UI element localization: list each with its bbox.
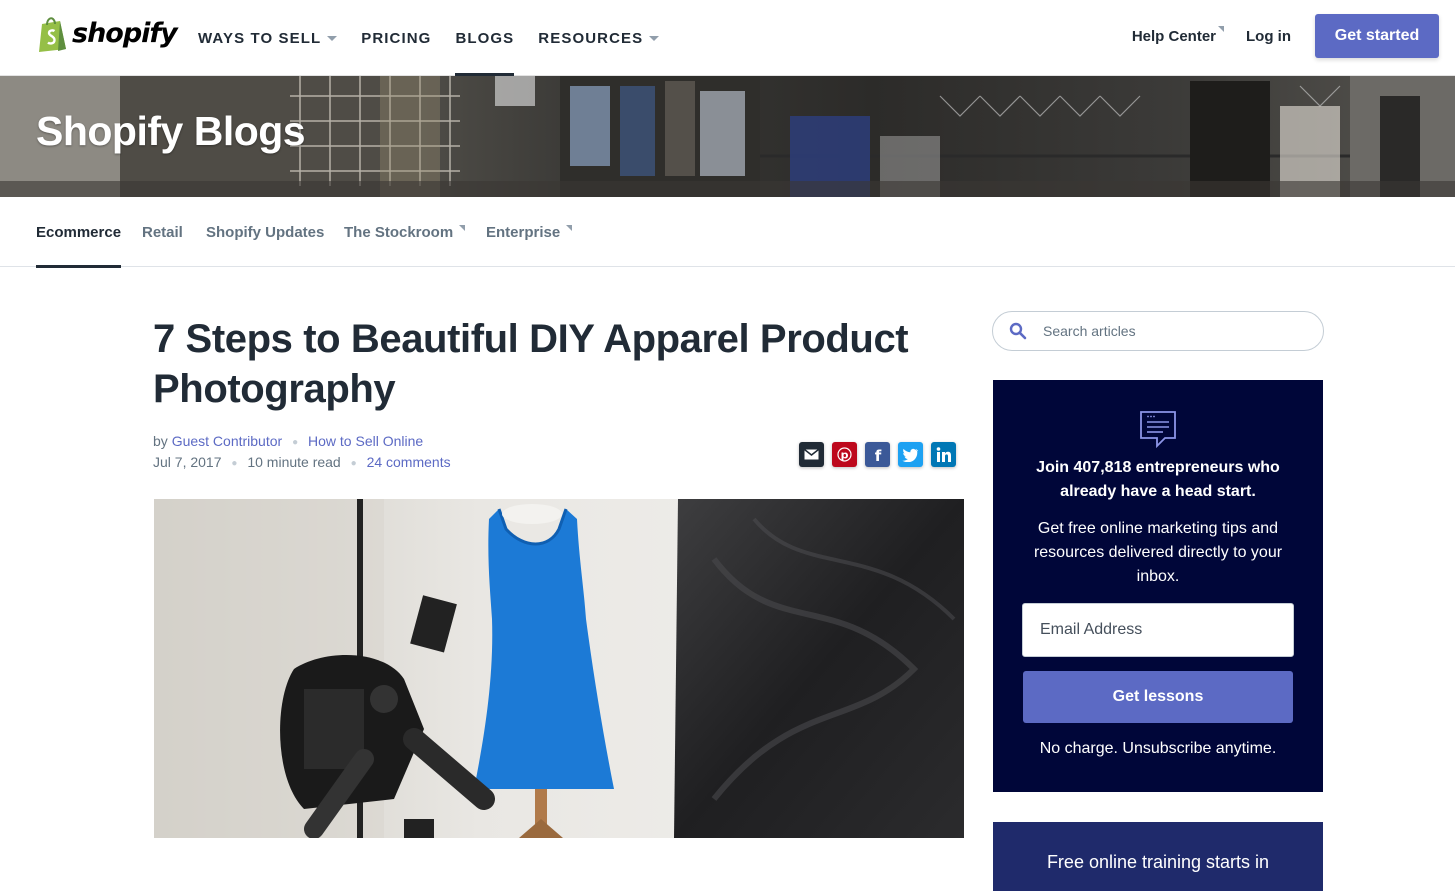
email-field[interactable]: Email Address	[1022, 603, 1294, 657]
shopify-wordmark: shopify	[72, 18, 178, 49]
main-menu: WAYS TO SELL PRICING BLOGS RESOURCES	[198, 0, 683, 76]
svg-text:f: f	[875, 447, 882, 462]
tab-enterprise[interactable]: Enterprise	[486, 197, 573, 267]
separator-dot: ●	[231, 457, 238, 469]
read-time: 10 minute read	[247, 454, 341, 470]
training-promo-text: Free online training starts in	[1046, 852, 1270, 872]
nav-resources-label: RESOURCES	[538, 29, 644, 47]
tab-enterprise-label: Enterprise	[486, 223, 561, 241]
tab-the-stockroom[interactable]: The Stockroom	[344, 197, 466, 267]
twitter-icon[interactable]	[898, 442, 923, 467]
email-placeholder: Email Address	[1040, 621, 1143, 638]
linkedin-icon[interactable]	[931, 442, 956, 467]
article-title: 7 Steps to Beautiful DIY Apparel Product…	[153, 317, 909, 411]
article-meta: Jul 7, 2017 ● 10 minute read ● 24 commen…	[153, 454, 451, 470]
get-started-button[interactable]: Get started	[1315, 14, 1439, 58]
blog-hero-banner: Shopify Blogs	[0, 76, 1455, 197]
publish-date: Jul 7, 2017	[153, 454, 222, 470]
article-byline: by Guest Contributor ● How to Sell Onlin…	[153, 433, 423, 449]
chevron-down-icon	[649, 35, 660, 41]
search-icon	[1009, 322, 1027, 340]
help-center-link[interactable]: Help Center	[1131, 25, 1224, 45]
promo-disclaimer: No charge. Unsubscribe anytime.	[1039, 740, 1277, 757]
tab-ecommerce[interactable]: Ecommerce	[36, 197, 122, 268]
promo-headline: Join 407,818 entrepreneurs who already h…	[1036, 459, 1280, 500]
tab-retail-label: Retail	[142, 223, 183, 241]
facebook-icon[interactable]: f	[865, 442, 890, 467]
search-placeholder: Search articles	[1043, 323, 1136, 339]
top-navigation: shopify WAYS TO SELL PRICING BLOGS RESOU…	[0, 0, 1455, 76]
nav-blogs-label: BLOGS	[455, 29, 515, 47]
blog-category-nav: Ecommerce Retail Shopify Updates The Sto…	[0, 197, 1455, 268]
nav-blogs[interactable]: BLOGS	[455, 0, 515, 76]
newsletter-signup-card: Join 407,818 entrepreneurs who already h…	[993, 380, 1323, 792]
separator-dot: ●	[292, 436, 299, 448]
login-link[interactable]: Log in	[1246, 28, 1291, 45]
nav-resources[interactable]: RESOURCES	[538, 0, 660, 76]
separator-dot: ●	[350, 457, 357, 469]
tab-shopify-updates-label: Shopify Updates	[206, 223, 325, 241]
external-link-icon	[566, 225, 573, 231]
tab-the-stockroom-label: The Stockroom	[344, 223, 454, 241]
page-title: Shopify Blogs	[36, 108, 306, 154]
author-link[interactable]: Guest Contributor	[172, 433, 283, 449]
email-icon[interactable]	[799, 442, 824, 467]
nav-pricing[interactable]: PRICING	[361, 0, 431, 76]
shopify-logo[interactable]: shopify	[36, 16, 178, 52]
tab-ecommerce-label: Ecommerce	[36, 223, 122, 241]
external-link-icon	[1218, 25, 1224, 32]
tab-retail[interactable]: Retail	[142, 197, 183, 267]
account-navigation: Help Center Log in Get started	[1132, 14, 1439, 58]
nav-pricing-label: PRICING	[361, 29, 432, 47]
help-center-label: Help Center	[1131, 27, 1216, 45]
shopify-bag-icon	[39, 17, 66, 52]
byline-prefix: by	[153, 433, 168, 449]
external-link-icon	[459, 225, 466, 231]
pinterest-icon[interactable]: p	[832, 442, 857, 467]
dress-photoshoot-photo	[154, 499, 964, 838]
get-lessons-button[interactable]: Get lessons	[1023, 671, 1293, 723]
comments-link[interactable]: 24 comments	[367, 454, 451, 470]
nav-ways-to-sell-label: WAYS TO SELL	[198, 29, 322, 47]
nav-ways-to-sell[interactable]: WAYS TO SELL	[198, 0, 338, 76]
promo-description: Get free online marketing tips and resou…	[1033, 520, 1283, 585]
category-link[interactable]: How to Sell Online	[308, 433, 423, 449]
share-buttons: p f	[799, 442, 964, 467]
chevron-down-icon	[327, 35, 338, 41]
training-promo-card[interactable]: Free online training starts in	[993, 822, 1323, 891]
search-articles-input[interactable]: Search articles	[992, 311, 1324, 351]
tab-shopify-updates[interactable]: Shopify Updates	[206, 197, 324, 267]
article-featured-image	[154, 499, 964, 838]
chat-message-icon	[1140, 411, 1176, 448]
svg-text:p: p	[841, 449, 849, 462]
